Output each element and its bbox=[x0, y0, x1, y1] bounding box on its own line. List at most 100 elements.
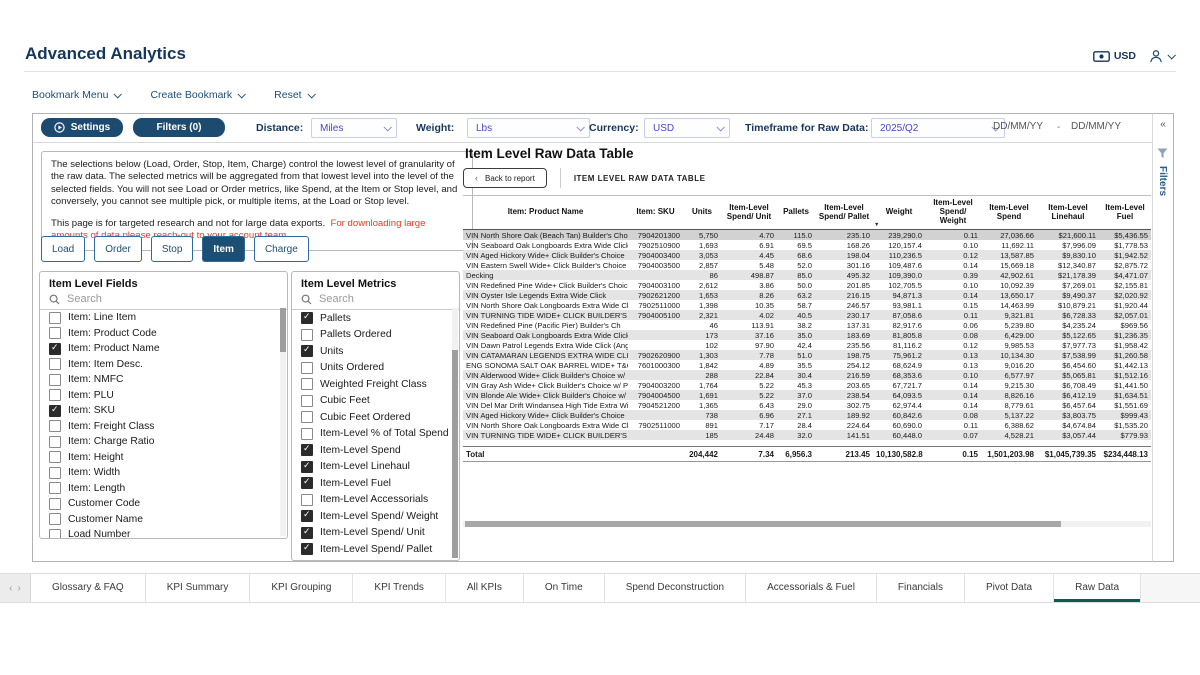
back-to-report-button[interactable]: ‹ Back to report bbox=[463, 168, 547, 188]
metric-checkbox-row[interactable]: Item-Level % of Total Spend bbox=[292, 426, 459, 443]
field-checkbox-row[interactable]: Customer Code bbox=[40, 496, 287, 512]
column-header[interactable]: Item-Level Fuel ▼ bbox=[1099, 196, 1151, 230]
bookmark-menu-button[interactable]: Bookmark Menu bbox=[32, 89, 120, 101]
checkbox[interactable] bbox=[49, 467, 61, 479]
field-checkbox-row[interactable]: Item: SKU bbox=[40, 403, 287, 419]
create-bookmark-button[interactable]: Create Bookmark bbox=[150, 89, 244, 101]
column-header[interactable]: Units ▼ bbox=[683, 196, 721, 230]
checkbox[interactable] bbox=[49, 343, 61, 355]
checkbox[interactable] bbox=[49, 482, 61, 494]
report-page-tab[interactable]: Raw Data bbox=[1054, 574, 1141, 602]
filters-button[interactable]: Filters (0) bbox=[133, 118, 225, 137]
checkbox[interactable] bbox=[49, 374, 61, 386]
checkbox[interactable] bbox=[49, 327, 61, 339]
column-header[interactable]: Item-Level Spend/ Unit ▼ bbox=[721, 196, 777, 230]
checkbox[interactable] bbox=[301, 395, 313, 407]
field-checkbox-row[interactable]: Item: Charge Ratio bbox=[40, 434, 287, 450]
metric-checkbox-row[interactable]: Units Ordered bbox=[292, 360, 459, 377]
level-button[interactable]: Load bbox=[41, 236, 85, 262]
field-checkbox-row[interactable]: Customer Name bbox=[40, 512, 287, 528]
checkbox[interactable] bbox=[301, 543, 313, 555]
column-header[interactable]: Item-Level Spend ▼ bbox=[981, 196, 1037, 230]
next-page-icon[interactable]: › bbox=[18, 583, 21, 594]
report-page-tab[interactable]: Spend Deconstruction bbox=[605, 574, 746, 602]
field-checkbox-row[interactable]: Item: Item Desc. bbox=[40, 357, 287, 373]
column-header[interactable]: Item-Level Linehaul ▼ bbox=[1037, 196, 1099, 230]
field-checkbox-row[interactable]: Item: Product Name bbox=[40, 341, 287, 357]
report-page-tab[interactable]: KPI Trends bbox=[353, 574, 445, 602]
column-header[interactable]: Item: Product Name ▼ bbox=[463, 196, 628, 230]
fields-search-input[interactable] bbox=[65, 292, 169, 306]
reset-button[interactable]: Reset bbox=[274, 89, 313, 101]
metric-checkbox-row[interactable]: Item-Level Linehaul bbox=[292, 459, 459, 476]
metrics-scrollbar-thumb[interactable] bbox=[452, 350, 458, 558]
user-menu[interactable] bbox=[1149, 49, 1174, 63]
report-page-tab[interactable]: Accessorials & Fuel bbox=[746, 574, 877, 602]
column-header[interactable]: Weight ▼ bbox=[873, 196, 925, 230]
checkbox[interactable] bbox=[49, 451, 61, 463]
report-page-tab[interactable]: Pivot Data bbox=[965, 574, 1054, 602]
metric-checkbox-row[interactable]: Cubic Feet Ordered bbox=[292, 409, 459, 426]
checkbox[interactable] bbox=[49, 436, 61, 448]
checkbox[interactable] bbox=[301, 477, 313, 489]
column-header[interactable]: Item: SKU ▼ bbox=[628, 196, 683, 230]
level-button[interactable]: Item bbox=[202, 236, 245, 262]
column-header[interactable]: Item-Level Spend/ Weight ▼ bbox=[925, 196, 981, 230]
metric-checkbox-row[interactable]: Weighted Freight Class bbox=[292, 376, 459, 393]
metric-checkbox-row[interactable]: Item-Level Fuel bbox=[292, 475, 459, 492]
report-page-tab[interactable]: On Time bbox=[524, 574, 605, 602]
field-checkbox-row[interactable]: Load Number bbox=[40, 527, 287, 539]
report-page-tab[interactable]: Glossary & FAQ bbox=[31, 574, 146, 602]
report-page-tab[interactable]: Financials bbox=[877, 574, 965, 602]
metric-checkbox-row[interactable]: Units bbox=[292, 343, 459, 360]
checkbox[interactable] bbox=[301, 362, 313, 374]
metric-checkbox-row[interactable]: Item-Level Accessorials bbox=[292, 492, 459, 509]
currency-indicator[interactable]: USD bbox=[1093, 50, 1136, 62]
field-checkbox-row[interactable]: Item: Line Item bbox=[40, 310, 287, 326]
field-checkbox-row[interactable]: Item: Length bbox=[40, 481, 287, 497]
currency-select[interactable]: USD bbox=[644, 118, 730, 138]
fields-scrollbar-thumb[interactable] bbox=[280, 308, 286, 352]
metric-checkbox-row[interactable]: Pallets bbox=[292, 310, 459, 327]
funnel-icon[interactable] bbox=[1157, 146, 1168, 164]
field-checkbox-row[interactable]: Item: Freight Class bbox=[40, 419, 287, 435]
column-header[interactable]: Pallets ▼ bbox=[777, 196, 815, 230]
report-page-tab[interactable]: All KPIs bbox=[446, 574, 524, 602]
distance-select[interactable]: Miles bbox=[311, 118, 397, 138]
field-checkbox-row[interactable]: Item: PLU bbox=[40, 388, 287, 404]
metric-checkbox-row[interactable]: Pallets Ordered bbox=[292, 327, 459, 344]
checkbox[interactable] bbox=[301, 411, 313, 423]
metric-checkbox-row[interactable]: Item-Level Spend/ Unit bbox=[292, 525, 459, 542]
metric-checkbox-row[interactable]: Cubic Feet bbox=[292, 393, 459, 410]
field-checkbox-row[interactable]: Item: NMFC bbox=[40, 372, 287, 388]
checkbox[interactable] bbox=[301, 345, 313, 357]
level-button[interactable]: Order bbox=[94, 236, 142, 262]
checkbox[interactable] bbox=[49, 405, 61, 417]
column-header[interactable]: Item-Level Spend/ Pallet ▼ bbox=[815, 196, 873, 230]
collapse-pane-icon[interactable]: « bbox=[1153, 119, 1173, 130]
checkbox[interactable] bbox=[49, 389, 61, 401]
checkbox[interactable] bbox=[301, 428, 313, 440]
report-page-tab[interactable]: KPI Grouping bbox=[250, 574, 353, 602]
metrics-search-input[interactable] bbox=[317, 292, 421, 306]
checkbox[interactable] bbox=[49, 498, 61, 510]
checkbox[interactable] bbox=[301, 444, 313, 456]
settings-button[interactable]: Settings bbox=[41, 118, 123, 137]
field-checkbox-row[interactable]: Item: Product Code bbox=[40, 326, 287, 342]
checkbox[interactable] bbox=[301, 494, 313, 506]
timeframe-select[interactable]: 2025/Q2 bbox=[871, 118, 1005, 138]
checkbox[interactable] bbox=[301, 527, 313, 539]
field-checkbox-row[interactable]: Item: Height bbox=[40, 450, 287, 466]
level-button[interactable]: Stop bbox=[151, 236, 194, 262]
metric-checkbox-row[interactable]: Item-Level Spend/ Weight bbox=[292, 508, 459, 525]
metric-checkbox-row[interactable]: Item-Level Spend bbox=[292, 442, 459, 459]
level-button[interactable]: Charge bbox=[254, 236, 309, 262]
checkbox[interactable] bbox=[49, 420, 61, 432]
prev-page-icon[interactable]: ‹ bbox=[9, 583, 12, 594]
metric-checkbox-row[interactable]: Item-Level Spend/ Pallet bbox=[292, 541, 459, 558]
checkbox[interactable] bbox=[49, 312, 61, 324]
date-from-input[interactable] bbox=[991, 120, 1057, 133]
checkbox[interactable] bbox=[301, 378, 313, 390]
table-hscrollbar-thumb[interactable] bbox=[465, 521, 1061, 527]
checkbox[interactable] bbox=[49, 529, 61, 539]
